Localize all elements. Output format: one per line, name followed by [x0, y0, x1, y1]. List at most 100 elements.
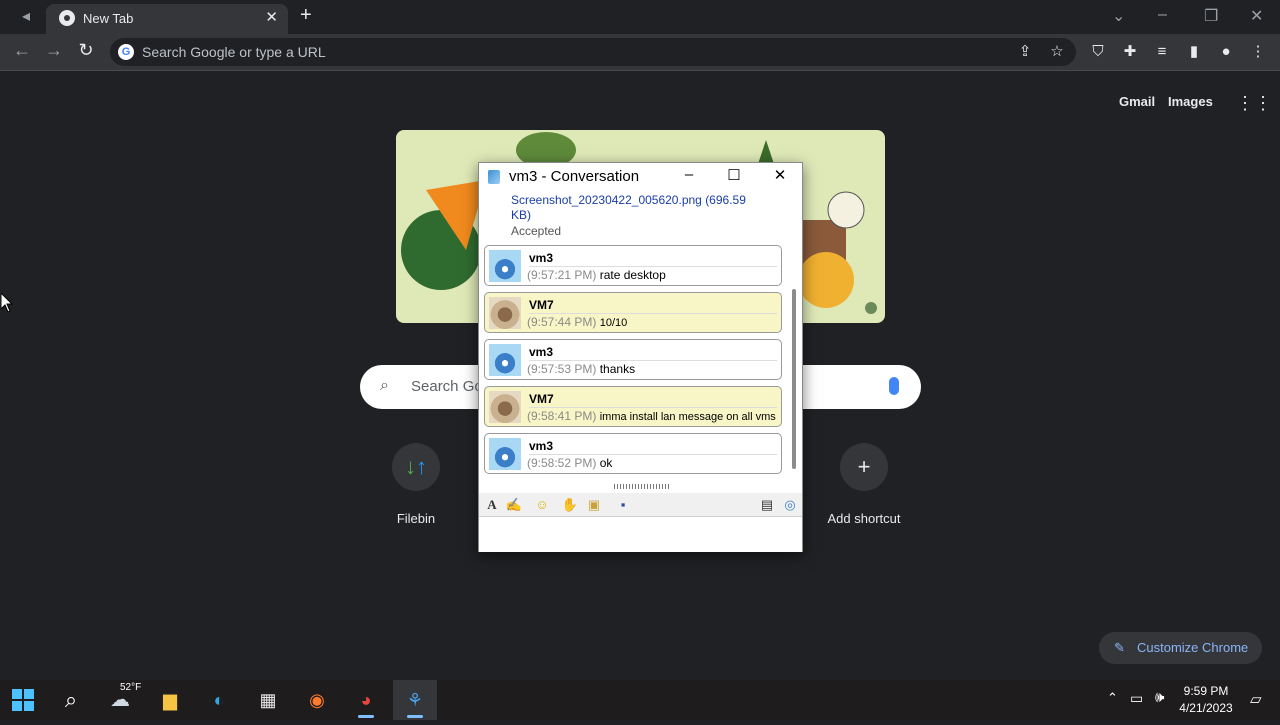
share-icon[interactable]: ⇪	[1016, 43, 1034, 61]
ublock-icon[interactable]: ⛉	[1089, 43, 1107, 61]
message-bubble: VM7 (9:58:41 PM) imma install lan messag…	[484, 386, 782, 427]
shortcut-filebin[interactable]: ↓↑ Filebin	[361, 443, 471, 526]
chrome-menu-icon[interactable]: ⋮	[1249, 43, 1267, 61]
message-text: imma install lan message on all vms	[599, 411, 776, 423]
file-name-link[interactable]: Screenshot_20230422_005620.png	[511, 193, 702, 207]
message-body: (9:57:44 PM) 10/10	[527, 315, 627, 329]
file-explorer-icon[interactable]: ▆	[148, 680, 192, 720]
message-sender: vm3	[529, 439, 554, 453]
divider	[529, 266, 777, 267]
avatar	[489, 438, 521, 470]
message-sender: vm3	[529, 251, 554, 265]
font-color-icon[interactable]: ✍	[505, 496, 523, 514]
firefox-icon[interactable]: ◉	[295, 680, 339, 720]
file-transfer-notice: Screenshot_20230422_005620.png (696.59 K…	[511, 193, 766, 239]
conv-close-icon[interactable]: ✕	[769, 166, 791, 184]
message-sender: VM7	[529, 392, 554, 406]
avatar	[489, 297, 521, 329]
history-icon[interactable]: ▤	[758, 496, 776, 514]
message-bubble: vm3 (9:57:53 PM) thanks	[484, 339, 782, 380]
divider	[529, 360, 777, 361]
windows-taskbar: ⌕ ☁ 52°F ▆ ◐ ▦ ◉ ◕ ⚘ ⌃ ▭ 🕪 9:59 PM 4/21/…	[0, 680, 1280, 720]
lan-messenger-taskbar-icon[interactable]: ⚘	[393, 680, 437, 720]
voice-search-mic-icon[interactable]	[889, 377, 899, 395]
message-input-area[interactable]	[479, 518, 802, 552]
file-transfer-status: Accepted	[511, 224, 562, 238]
notification-icon[interactable]: ▱	[1250, 690, 1262, 708]
tab-audio-icon[interactable]: ◂	[22, 6, 30, 26]
weather-temp: 52°F	[120, 682, 142, 693]
message-scrollbar[interactable]	[792, 289, 796, 469]
shortcut-add[interactable]: + Add shortcut	[809, 443, 919, 526]
conversation-window[interactable]: vm3 - Conversation – ☐ ✕ Screenshot_2023…	[478, 162, 803, 552]
message-text: ok	[599, 456, 613, 470]
divider	[529, 407, 777, 408]
extensions-puzzle-icon[interactable]: ✚	[1121, 43, 1139, 61]
conv-minimize-icon[interactable]: –	[678, 166, 700, 183]
network-icon[interactable]: ▭	[1130, 690, 1143, 707]
divider	[529, 454, 777, 455]
volume-icon[interactable]: 🕪	[1155, 689, 1164, 706]
images-link[interactable]: Images	[1168, 94, 1213, 109]
tab-search-icon[interactable]: ⌄	[1112, 6, 1125, 26]
gmail-link[interactable]: Gmail	[1119, 94, 1155, 109]
chrome-taskbar-icon[interactable]: ◕	[344, 680, 388, 720]
omnibox-input[interactable]	[142, 42, 1002, 62]
profile-avatar-icon[interactable]: ●	[1217, 43, 1235, 61]
nudge-icon[interactable]: ✋	[561, 496, 579, 514]
taskbar-clock[interactable]: 9:59 PM 4/21/2023	[1176, 683, 1236, 717]
browser-toolbar: ← → ↻ G ⇪ ☆ ⛉ ✚ ≡ ▮ ● ⋮	[0, 34, 1280, 71]
message-sender: VM7	[529, 298, 554, 312]
tab-strip: ◂ New Tab ✕ + ⌄ – ❐ ✕	[0, 0, 1280, 34]
minimize-icon[interactable]: –	[1158, 6, 1167, 24]
weather-widget[interactable]: ☁ 52°F	[98, 680, 142, 720]
send-file-icon[interactable]: ▣	[585, 496, 603, 514]
edge-icon[interactable]: ◐	[197, 680, 241, 720]
google-g-icon: G	[118, 44, 134, 60]
message-bubble: vm3 (9:57:21 PM) rate desktop	[484, 245, 782, 286]
tab-close-icon[interactable]: ✕	[265, 8, 278, 26]
taskbar-search-icon[interactable]: ⌕	[49, 680, 93, 720]
shortcut-label: Add shortcut	[827, 511, 901, 526]
window-close-icon[interactable]: ✕	[1250, 6, 1263, 26]
message-time: (9:57:53 PM)	[527, 362, 597, 376]
pencil-icon: ✎	[1114, 640, 1125, 655]
reload-icon[interactable]: ↻	[74, 40, 98, 61]
bookmark-star-icon[interactable]: ☆	[1048, 43, 1066, 61]
tab-title: New Tab	[83, 11, 134, 26]
mouse-cursor-icon	[1, 293, 14, 313]
conversation-titlebar[interactable]: vm3 - Conversation – ☐ ✕	[479, 163, 802, 191]
splitter-grip[interactable]	[614, 484, 669, 489]
message-time: (9:58:41 PM)	[527, 409, 597, 423]
message-time: (9:57:44 PM)	[527, 315, 597, 329]
save-icon[interactable]: ▪	[614, 496, 632, 514]
chrome-favicon-icon	[59, 10, 75, 26]
broadcast-icon[interactable]: ◎	[781, 496, 799, 514]
forward-icon[interactable]: →	[42, 40, 66, 61]
new-tab-button[interactable]: +	[300, 4, 312, 27]
conversation-title: vm3 - Conversation	[509, 168, 640, 185]
back-icon[interactable]: ←	[10, 40, 34, 61]
tray-overflow-icon[interactable]: ⌃	[1107, 690, 1118, 706]
media-queue-icon[interactable]: ≡	[1153, 43, 1171, 61]
message-sender: vm3	[529, 345, 554, 359]
clock-date: 4/21/2023	[1179, 701, 1233, 715]
customize-chrome-button[interactable]: ✎ Customize Chrome	[1099, 632, 1262, 664]
emoticon-icon[interactable]: ☺	[533, 496, 551, 514]
tab-new-tab[interactable]: New Tab ✕	[46, 4, 288, 34]
plus-icon: +	[840, 443, 888, 491]
message-body: (9:58:41 PM) imma install lan message on…	[527, 409, 776, 423]
font-icon[interactable]: A	[483, 496, 501, 514]
message-text: 10/10	[599, 317, 628, 329]
omnibox[interactable]: G ⇪ ☆	[110, 38, 1076, 66]
start-button[interactable]	[1, 680, 45, 720]
message-time: (9:57:21 PM)	[527, 268, 597, 282]
restore-icon[interactable]: ❐	[1204, 6, 1218, 26]
apps-grid-icon[interactable]: ⋮⋮	[1236, 93, 1272, 114]
ms-store-icon[interactable]: ▦	[246, 680, 290, 720]
side-panel-icon[interactable]: ▮	[1185, 43, 1203, 61]
avatar	[489, 344, 521, 376]
message-input[interactable]	[479, 518, 802, 552]
message-text: rate desktop	[599, 268, 666, 282]
conv-maximize-icon[interactable]: ☐	[723, 166, 745, 184]
